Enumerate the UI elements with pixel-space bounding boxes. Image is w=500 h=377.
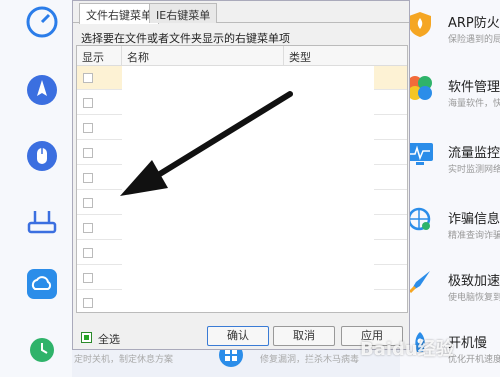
right-item-fraud[interactable]: 诈骗信息过 精准查询诈骗 [406,206,500,246]
router-icon[interactable] [26,206,58,238]
watermark-logo: Baidu经验 [360,339,454,360]
tab-ie-context-menu[interactable]: IE右键菜单 [149,3,218,23]
row-checkbox[interactable] [83,273,93,283]
row-checkbox[interactable] [83,298,93,308]
pinwheel-icon [408,76,432,100]
left-tool-column [0,0,72,377]
right-item-title: 极致加速 [448,274,500,289]
cloud-icon[interactable] [26,268,58,300]
context-menu-dialog: 文件右键菜单 IE右键菜单 选择要在文件或者文件夹显示的右键菜单项 显示 名称 … [72,0,410,350]
right-item-subtitle: 海量软件，快速 [448,99,500,109]
mouse-icon[interactable] [26,140,58,172]
row-checkbox[interactable] [83,198,93,208]
menu-items-list: 显示 名称 类型 [76,45,408,313]
row-checkbox[interactable] [83,148,93,158]
right-item-title: 诈骗信息过 [448,212,500,227]
tab-file-context-menu[interactable]: 文件右键菜单 [79,3,159,24]
shield-flame-icon [409,12,431,37]
right-item-speedup[interactable]: 极致加速 使电脑恢复到 [406,268,500,308]
right-item-subtitle: 实时监测网络 [448,165,500,175]
ok-button[interactable]: 确认 [207,326,269,346]
row-checkbox[interactable] [83,173,93,183]
cancel-button[interactable]: 取消 [273,326,335,346]
row-checkbox[interactable] [83,248,93,258]
column-divider [121,46,122,66]
right-item-subtitle: 使电脑恢复到 [448,293,500,303]
globe-search-icon [407,207,431,231]
rocket-speed-icon [408,271,430,294]
tab-bar: 文件右键菜单 IE右键菜单 [73,1,409,24]
right-item-software[interactable]: 软件管理 海量软件，快速 [406,74,500,114]
alarm-clock-icon[interactable] [26,332,58,364]
column-divider [283,46,284,66]
right-item-title: 流量监控 [448,146,500,161]
rocket-icon[interactable] [26,74,58,106]
right-item-arp[interactable]: ARP防火墙 保险遇到的局域网 [406,10,500,50]
right-item-title: ARP防火墙 [448,16,500,31]
column-type[interactable]: 类型 [289,49,311,65]
row-checkbox[interactable] [83,223,93,233]
caption-repair: 修复漏洞，拦杀木马病毒 [260,355,360,365]
column-show[interactable]: 显示 [82,49,104,65]
monitor-graph-icon [407,143,433,165]
right-item-title: 软件管理 [448,80,500,95]
column-name[interactable]: 名称 [127,49,149,65]
right-tool-column [400,0,500,377]
right-item-subtitle: 优化开机速度 [448,355,500,365]
right-item-subtitle: 保险遇到的局域网 [448,35,500,45]
list-blank-area [122,66,374,312]
row-checkbox[interactable] [83,123,93,133]
list-header: 显示 名称 类型 [77,46,407,66]
speed-gauge-icon[interactable] [26,6,58,38]
instruction-text: 选择要在文件或者文件夹显示的右键菜单项 [81,32,290,45]
right-item-traffic[interactable]: 流量监控 实时监测网络 [406,140,500,180]
caption-shutdown: 定时关机，制定休息方案 [74,355,174,365]
right-item-subtitle: 精准查询诈骗 [448,231,500,241]
row-checkbox[interactable] [83,73,93,83]
row-checkbox[interactable] [83,98,93,108]
select-all-label[interactable]: 全选 [98,331,120,347]
select-all-checkbox[interactable] [81,332,92,343]
